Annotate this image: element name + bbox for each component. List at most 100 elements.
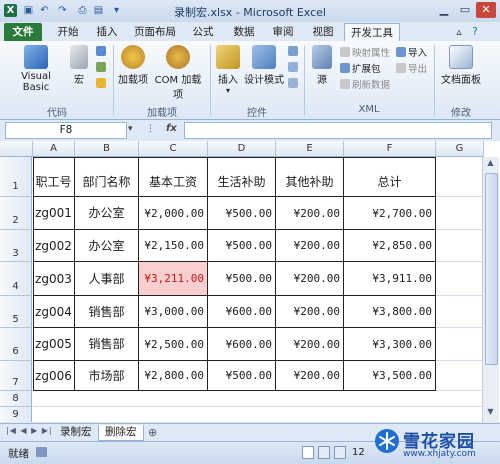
insert-sheet-icon[interactable]: ⊕ — [148, 426, 157, 439]
tab-developer[interactable]: 开发工具 — [344, 23, 400, 42]
table-cell[interactable]: ¥200.00 — [276, 197, 344, 230]
header-cell[interactable]: 职工号 — [33, 157, 75, 197]
table-cell[interactable]: 人事部 — [75, 262, 139, 296]
table-cell[interactable]: ¥200.00 — [276, 328, 344, 361]
table-cell[interactable]: ¥2,500.00 — [139, 328, 208, 361]
table-cell[interactable]: ¥200.00 — [276, 361, 344, 391]
tab-page-layout[interactable]: 页面布局 — [130, 23, 180, 41]
table-cell[interactable]: 市场部 — [75, 361, 139, 391]
table-cell[interactable]: zg001 — [33, 197, 75, 230]
table-cell[interactable]: zg006 — [33, 361, 75, 391]
table-cell[interactable]: ¥3,500.00 — [344, 361, 436, 391]
table-cell[interactable]: ¥2,700.00 — [344, 197, 436, 230]
name-box-dropdown-icon[interactable]: ▾ — [128, 124, 133, 134]
help-icon[interactable]: ? — [468, 23, 482, 41]
expansion-packs-button[interactable]: 扩展包 — [340, 61, 381, 75]
table-cell[interactable]: 办公室 — [75, 230, 139, 262]
refresh-data-button[interactable]: 刷新数据 — [340, 77, 390, 91]
minimize-button[interactable]: ▁ — [434, 2, 454, 18]
sheet-nav-arrows-icon[interactable]: |◀ ◀ ▶ ▶| — [6, 426, 53, 435]
macro-record-icon[interactable] — [36, 447, 47, 457]
insert-function-icon[interactable]: fx — [166, 123, 177, 134]
export-button[interactable]: 导出 — [396, 61, 427, 75]
table-cell[interactable]: zg005 — [33, 328, 75, 361]
table-cell[interactable]: ¥500.00 — [208, 197, 276, 230]
row-header-4[interactable]: 4 — [0, 262, 32, 296]
tab-formulas[interactable]: 公式 — [186, 23, 220, 41]
row-header-2[interactable]: 2 — [0, 197, 32, 230]
table-cell[interactable]: zg002 — [33, 230, 75, 262]
record-macro-icon[interactable] — [96, 46, 108, 58]
row-header-5[interactable]: 5 — [0, 296, 32, 328]
empty-row[interactable] — [33, 391, 484, 407]
table-cell[interactable]: ¥3,000.00 — [139, 296, 208, 328]
import-button[interactable]: 导入 — [396, 45, 427, 59]
table-cell[interactable]: ¥2,800.00 — [139, 361, 208, 391]
tab-file[interactable]: 文件 — [4, 23, 42, 41]
column-header-a[interactable]: A — [33, 141, 75, 157]
vertical-scrollbar[interactable]: ▲ ▼ — [482, 157, 499, 422]
document-panel-button[interactable]: 文档面板 — [438, 45, 484, 86]
view-code-icon[interactable] — [288, 62, 300, 74]
scroll-up-icon[interactable]: ▲ — [484, 158, 497, 170]
run-dialog-icon[interactable] — [288, 78, 300, 90]
table-cell[interactable]: ¥500.00 — [208, 262, 276, 296]
table-cell[interactable]: 办公室 — [75, 197, 139, 230]
tab-insert[interactable]: 插入 — [90, 23, 124, 41]
table-cell[interactable]: 销售部 — [75, 328, 139, 361]
normal-view-icon[interactable] — [302, 446, 314, 459]
column-header-e[interactable]: E — [276, 141, 344, 157]
empty-row[interactable] — [33, 407, 484, 422]
macro-security-icon[interactable] — [96, 78, 108, 90]
table-cell[interactable]: zg004 — [33, 296, 75, 328]
table-cell[interactable]: ¥200.00 — [276, 262, 344, 296]
sheet-tab-delete-macro[interactable]: 删除宏 — [98, 425, 144, 441]
row-header-9[interactable]: 9 — [0, 407, 32, 422]
tab-view[interactable]: 视图 — [306, 23, 340, 41]
insert-control-button[interactable]: 插入 ▾ — [214, 45, 242, 95]
name-box[interactable]: F8 — [5, 122, 127, 139]
tab-data[interactable]: 数据 — [228, 23, 260, 41]
row-header-7[interactable]: 7 — [0, 361, 32, 391]
header-cell[interactable]: 其他补助 — [276, 157, 344, 197]
table-cell[interactable]: 销售部 — [75, 296, 139, 328]
relative-ref-icon[interactable] — [96, 62, 108, 74]
empty-cell[interactable] — [436, 296, 484, 328]
sheet-tab-record-macro[interactable]: 录制宏 — [54, 425, 98, 440]
empty-cell[interactable] — [436, 230, 484, 262]
tab-review[interactable]: 审阅 — [266, 23, 300, 41]
table-cell[interactable]: ¥200.00 — [276, 296, 344, 328]
addins-button[interactable]: 加载项 — [118, 45, 148, 86]
table-cell[interactable]: ¥600.00 — [208, 296, 276, 328]
visual-basic-button[interactable]: Visual Basic — [8, 45, 64, 93]
empty-cell[interactable] — [436, 361, 484, 391]
source-button[interactable]: 源 — [310, 45, 334, 86]
table-cell[interactable]: ¥600.00 — [208, 328, 276, 361]
table-cell[interactable]: zg003 — [33, 262, 75, 296]
header-cell[interactable]: 部门名称 — [75, 157, 139, 197]
minimize-ribbon-icon[interactable]: ▵ — [452, 23, 466, 41]
table-cell[interactable]: ¥500.00 — [208, 361, 276, 391]
empty-cell[interactable] — [436, 328, 484, 361]
header-cell[interactable]: 生活补助 — [208, 157, 276, 197]
table-cell[interactable]: ¥200.00 — [276, 230, 344, 262]
scroll-down-icon[interactable]: ▼ — [484, 407, 497, 419]
map-properties-button[interactable]: 映射属性 — [340, 45, 390, 59]
properties-icon[interactable] — [288, 46, 300, 58]
table-cell[interactable]: ¥3,300.00 — [344, 328, 436, 361]
macro-button[interactable]: 宏 — [68, 45, 90, 86]
column-header-d[interactable]: D — [208, 141, 276, 157]
row-header-6[interactable]: 6 — [0, 328, 32, 361]
row-header-3[interactable]: 3 — [0, 230, 32, 262]
page-break-view-icon[interactable] — [334, 446, 346, 459]
table-cell[interactable]: ¥2,150.00 — [139, 230, 208, 262]
empty-cell[interactable] — [436, 197, 484, 230]
tab-home[interactable]: 开始 — [50, 23, 86, 41]
table-cell[interactable]: ¥3,911.00 — [344, 262, 436, 296]
column-header-f[interactable]: F — [344, 141, 436, 157]
table-cell[interactable]: ¥500.00 — [208, 230, 276, 262]
empty-cell[interactable] — [436, 262, 484, 296]
column-header-c[interactable]: C — [139, 141, 208, 157]
row-header-8[interactable]: 8 — [0, 391, 32, 407]
column-header-b[interactable]: B — [75, 141, 139, 157]
